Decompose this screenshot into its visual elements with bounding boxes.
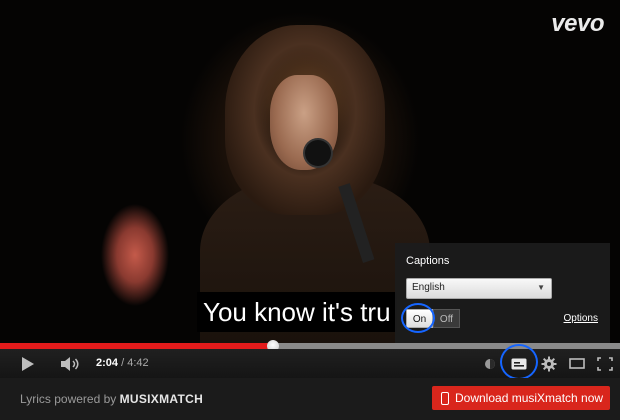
captions-menu: Captions English ▼ On Off Options xyxy=(395,243,610,343)
download-label: Download musiXmatch now xyxy=(455,391,604,405)
fullscreen-icon[interactable] xyxy=(594,349,616,378)
time-current: 2:04 xyxy=(96,357,119,369)
captions-title: Captions xyxy=(406,255,450,267)
lyrics-prefix: Lyrics powered by xyxy=(20,392,120,406)
time-separator: / xyxy=(121,357,125,369)
caption-language-value: English xyxy=(412,282,445,293)
captions-off-button[interactable]: Off xyxy=(433,309,460,328)
control-bar: 2:04 / 4:42 xyxy=(0,344,620,378)
volume-icon[interactable] xyxy=(56,349,86,378)
microphone xyxy=(305,140,331,166)
highlight-circle-on xyxy=(401,303,435,333)
captions-options-link[interactable]: Options xyxy=(564,313,598,324)
theater-size-icon[interactable] xyxy=(566,349,588,378)
play-icon[interactable] xyxy=(14,349,42,378)
captions-toggle[interactable]: On Off xyxy=(401,303,460,333)
chevron-down-icon: ▼ xyxy=(537,283,545,292)
download-musixmatch-button[interactable]: Download musiXmatch now xyxy=(432,386,610,410)
highlight-circle-captions xyxy=(500,344,538,378)
lyrics-footer: Lyrics powered by MUSIXMATCH Download mu… xyxy=(0,378,620,420)
time-display: 2:04 / 4:42 xyxy=(96,357,149,369)
time-duration: 4:42 xyxy=(127,357,149,369)
phone-icon xyxy=(441,391,449,405)
gear-icon[interactable] xyxy=(538,349,560,378)
video-player[interactable]: vevo You know it's tru Captions English … xyxy=(0,0,620,378)
musixmatch-brand: MUSIXMATCH xyxy=(119,392,204,406)
vevo-logo: vevo xyxy=(551,10,604,37)
lyrics-credit: Lyrics powered by MUSIXMATCH xyxy=(20,392,203,406)
caption-subtitle: You know it's tru xyxy=(197,292,397,332)
annotations-icon[interactable] xyxy=(481,349,499,378)
caption-language-select[interactable]: English ▼ xyxy=(406,278,552,299)
